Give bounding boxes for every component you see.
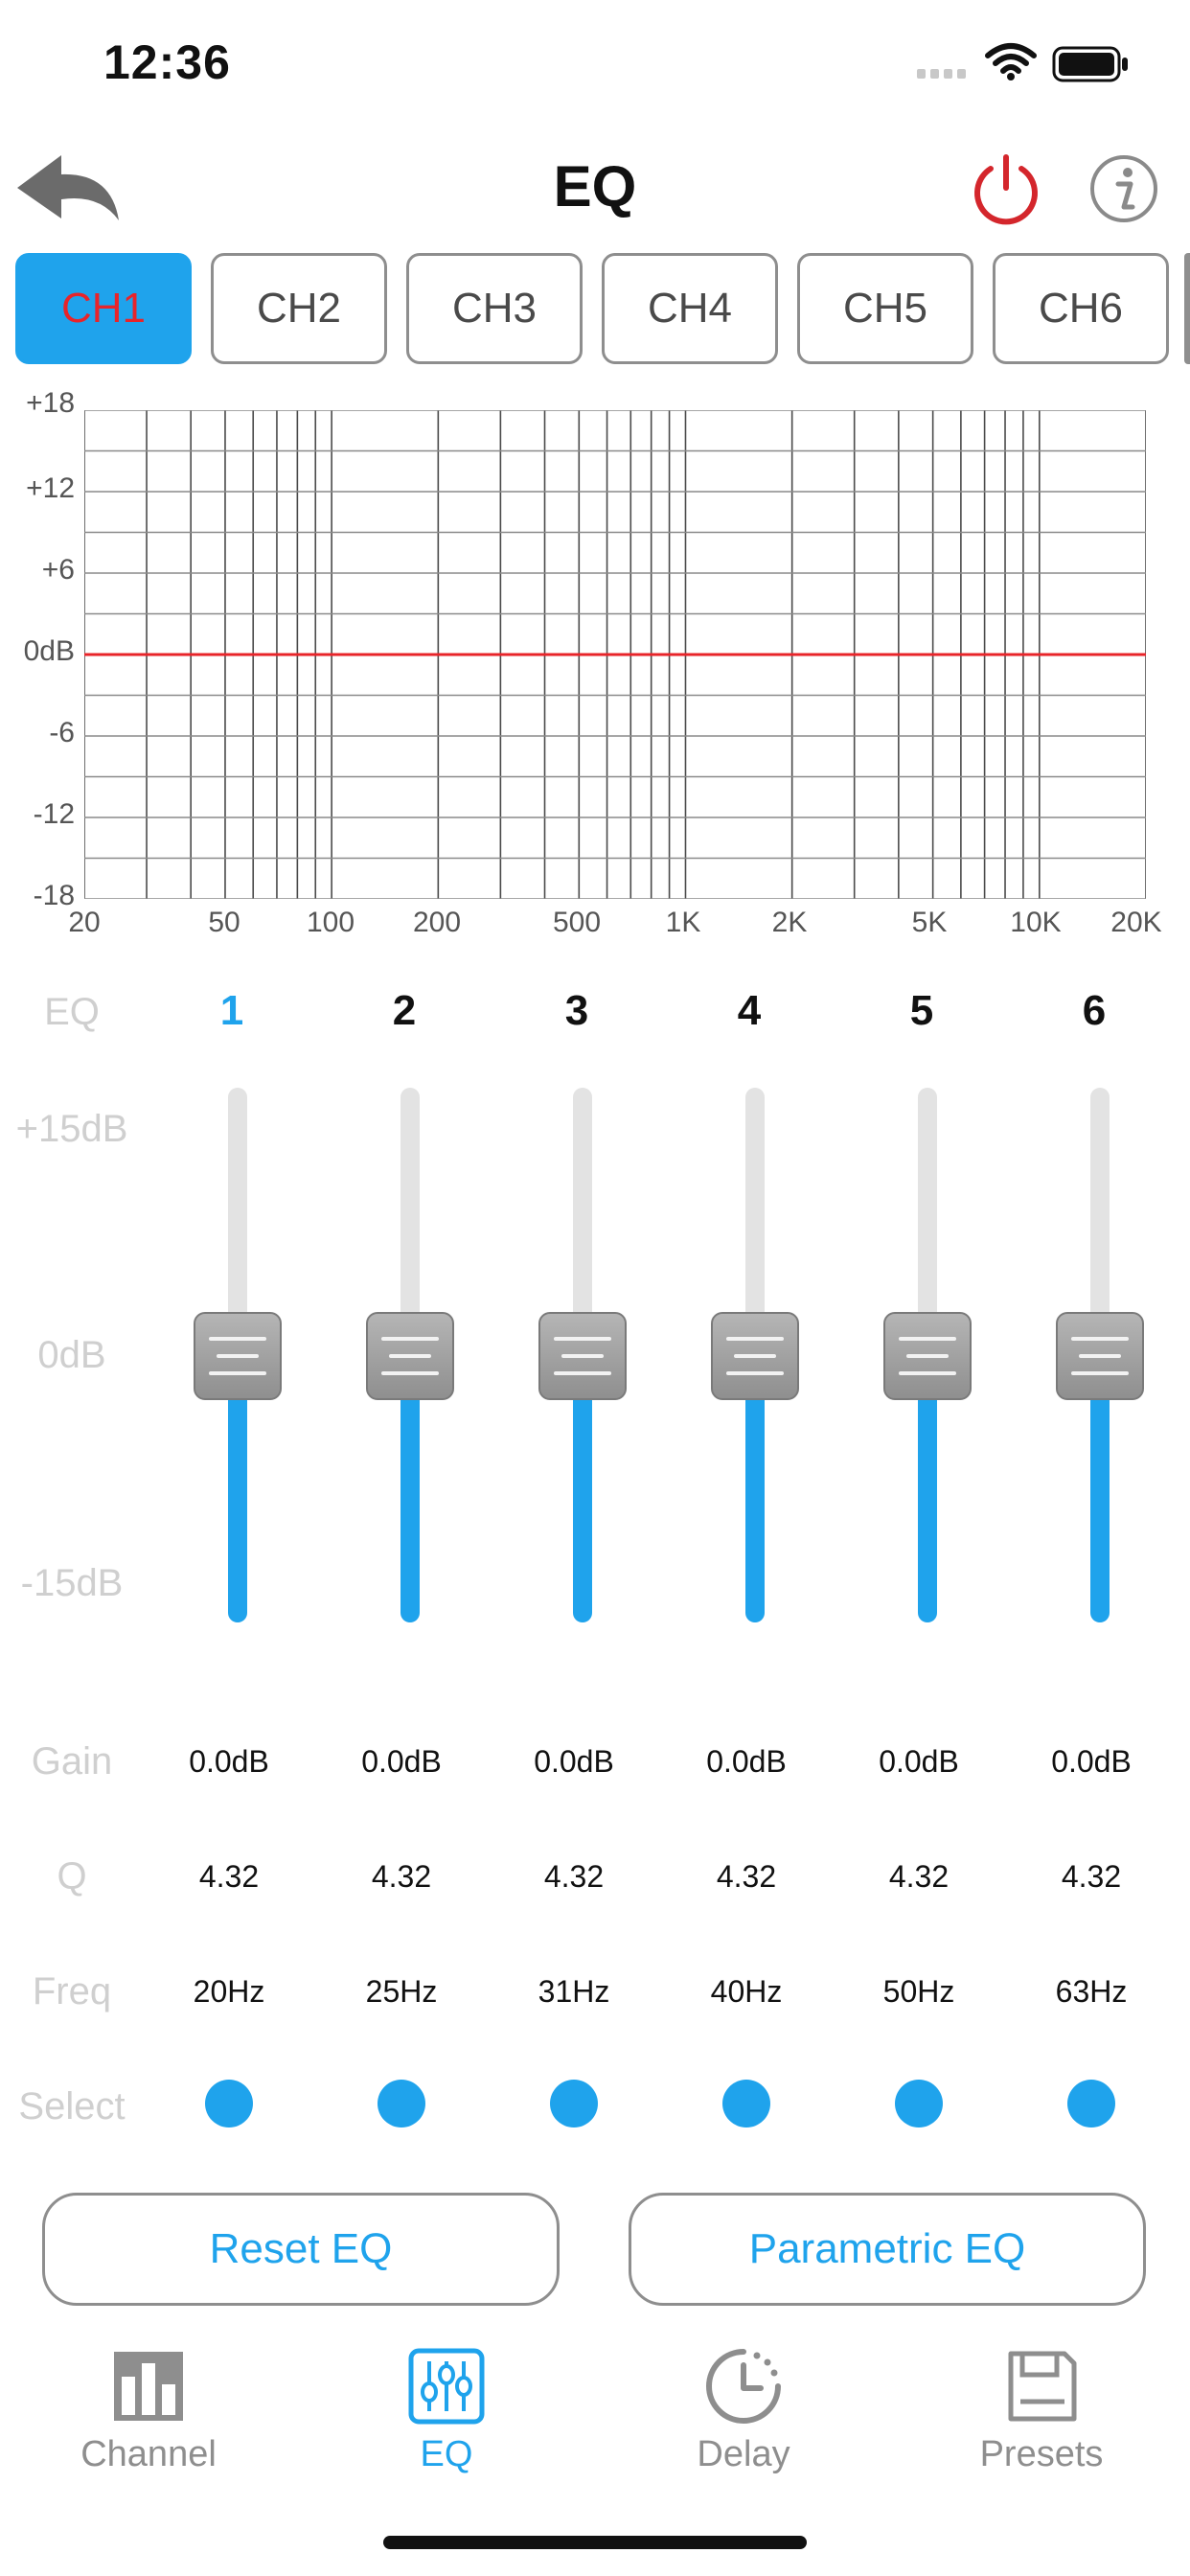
graph-y-tick: +12 [26, 472, 75, 504]
reset-eq-button[interactable]: Reset EQ [42, 2193, 560, 2306]
gain-slider-1[interactable] [190, 1088, 286, 1624]
band-number-1[interactable]: 1 [174, 987, 289, 1035]
tab-label: EQ [420, 2434, 473, 2474]
tab-label: Delay [697, 2434, 790, 2474]
q-value-1[interactable]: 4.32 [148, 1859, 310, 1895]
q-value-6[interactable]: 4.32 [1010, 1859, 1173, 1895]
band-number-3[interactable]: 3 [519, 987, 634, 1035]
band-number-2[interactable]: 2 [347, 987, 462, 1035]
gain-slider-5[interactable] [880, 1088, 975, 1624]
band-number-4[interactable]: 4 [692, 987, 807, 1035]
scale-label-top: +15dB [15, 1108, 128, 1150]
channel-tab-ch2[interactable]: CH2 [211, 253, 387, 364]
slider-thumb[interactable] [711, 1312, 799, 1400]
graph-x-tick: 50 [208, 907, 240, 938]
q-value-4[interactable]: 4.32 [665, 1859, 828, 1895]
graph-x-tick: 200 [412, 907, 462, 938]
info-icon [1090, 155, 1157, 222]
tab-presets[interactable]: Presets [927, 2338, 1156, 2482]
graph-x-tick: 2K [771, 907, 808, 938]
tab-delay[interactable]: Delay [629, 2338, 858, 2482]
scale-label-bottom: -15dB [20, 1562, 124, 1604]
clock-icon [706, 2349, 781, 2424]
freq-value-2[interactable]: 25Hz [320, 1974, 483, 2010]
graph-y-tick: -12 [33, 798, 75, 830]
select-band-6[interactable] [1067, 2080, 1115, 2128]
gain-value-1[interactable]: 0.0dB [148, 1744, 310, 1780]
gain-slider-3[interactable] [535, 1088, 630, 1624]
tab-label: Presets [979, 2434, 1104, 2474]
eq-response-graph[interactable] [84, 410, 1146, 899]
eq-row-label: EQ [44, 991, 100, 1033]
gain-value-4[interactable]: 0.0dB [665, 1744, 828, 1780]
gain-value-3[interactable]: 0.0dB [492, 1744, 655, 1780]
q-value-2[interactable]: 4.32 [320, 1859, 483, 1895]
info-button[interactable] [1088, 153, 1159, 224]
graph-x-tick: 20 [68, 907, 101, 938]
graph-y-tick: -6 [49, 717, 75, 748]
freq-row-label: Freq [32, 1970, 112, 2012]
tab-eq[interactable]: EQ [332, 2338, 561, 2482]
cellular-signal-icon [915, 56, 973, 80]
graph-y-tick: +18 [26, 387, 75, 419]
channel-tab-ch3[interactable]: CH3 [406, 253, 583, 364]
graph-x-tick: 100 [306, 907, 355, 938]
band-number-6[interactable]: 6 [1037, 987, 1152, 1035]
select-row-label: Select [18, 2085, 126, 2128]
slider-thumb[interactable] [538, 1312, 627, 1400]
power-button[interactable] [970, 153, 1042, 226]
channel-tab-ch4[interactable]: CH4 [602, 253, 778, 364]
save-icon [1008, 2351, 1077, 2422]
parametric-eq-button[interactable]: Parametric EQ [629, 2193, 1146, 2306]
power-icon [974, 154, 1038, 225]
freq-value-6[interactable]: 63Hz [1010, 1974, 1173, 2010]
band-number-5[interactable]: 5 [864, 987, 979, 1035]
select-band-3[interactable] [550, 2080, 598, 2128]
graph-x-tick: 1K [665, 907, 701, 938]
q-value-3[interactable]: 4.32 [492, 1859, 655, 1895]
freq-value-3[interactable]: 31Hz [492, 1974, 655, 2010]
slider-thumb[interactable] [194, 1312, 282, 1400]
graph-x-tick: 10K [1010, 907, 1062, 938]
q-row-label: Q [57, 1855, 87, 1898]
channel-tab-overflow-edge[interactable] [1184, 253, 1190, 364]
q-value-5[interactable]: 4.32 [837, 1859, 1000, 1895]
graph-x-tick: 5K [911, 907, 948, 938]
graph-x-tick: 20K [1110, 907, 1162, 938]
gain-value-5[interactable]: 0.0dB [837, 1744, 1000, 1780]
gain-slider-2[interactable] [362, 1088, 458, 1624]
bar-chart-icon [114, 2352, 183, 2421]
graph-y-tick: 0dB [23, 635, 75, 667]
gain-slider-4[interactable] [707, 1088, 803, 1624]
wifi-icon [985, 42, 1037, 80]
graph-x-tick: 500 [552, 907, 602, 938]
channel-tab-ch6[interactable]: CH6 [993, 253, 1169, 364]
tab-label: Channel [80, 2434, 217, 2474]
scale-label-mid: 0dB [37, 1334, 106, 1376]
gain-value-6[interactable]: 0.0dB [1010, 1744, 1173, 1780]
gain-value-2[interactable]: 0.0dB [320, 1744, 483, 1780]
home-indicator[interactable] [383, 2536, 807, 2549]
slider-thumb[interactable] [1056, 1312, 1144, 1400]
gain-slider-6[interactable] [1052, 1088, 1148, 1624]
freq-value-5[interactable]: 50Hz [837, 1974, 1000, 2010]
tab-channel[interactable]: Channel [34, 2338, 263, 2482]
freq-value-1[interactable]: 20Hz [148, 1974, 310, 2010]
battery-icon [1052, 46, 1131, 82]
slider-thumb[interactable] [366, 1312, 454, 1400]
select-band-2[interactable] [378, 2080, 425, 2128]
freq-value-4[interactable]: 40Hz [665, 1974, 828, 2010]
equalizer-sliders-icon [408, 2348, 485, 2425]
gain-row-label: Gain [31, 1740, 113, 1782]
select-band-5[interactable] [895, 2080, 943, 2128]
select-band-4[interactable] [722, 2080, 770, 2128]
graph-y-tick: +6 [41, 554, 75, 586]
status-time: 12:36 [103, 35, 231, 89]
slider-thumb[interactable] [883, 1312, 972, 1400]
select-band-1[interactable] [205, 2080, 253, 2128]
channel-tab-ch5[interactable]: CH5 [797, 253, 973, 364]
channel-tab-ch1[interactable]: CH1 [15, 253, 192, 364]
